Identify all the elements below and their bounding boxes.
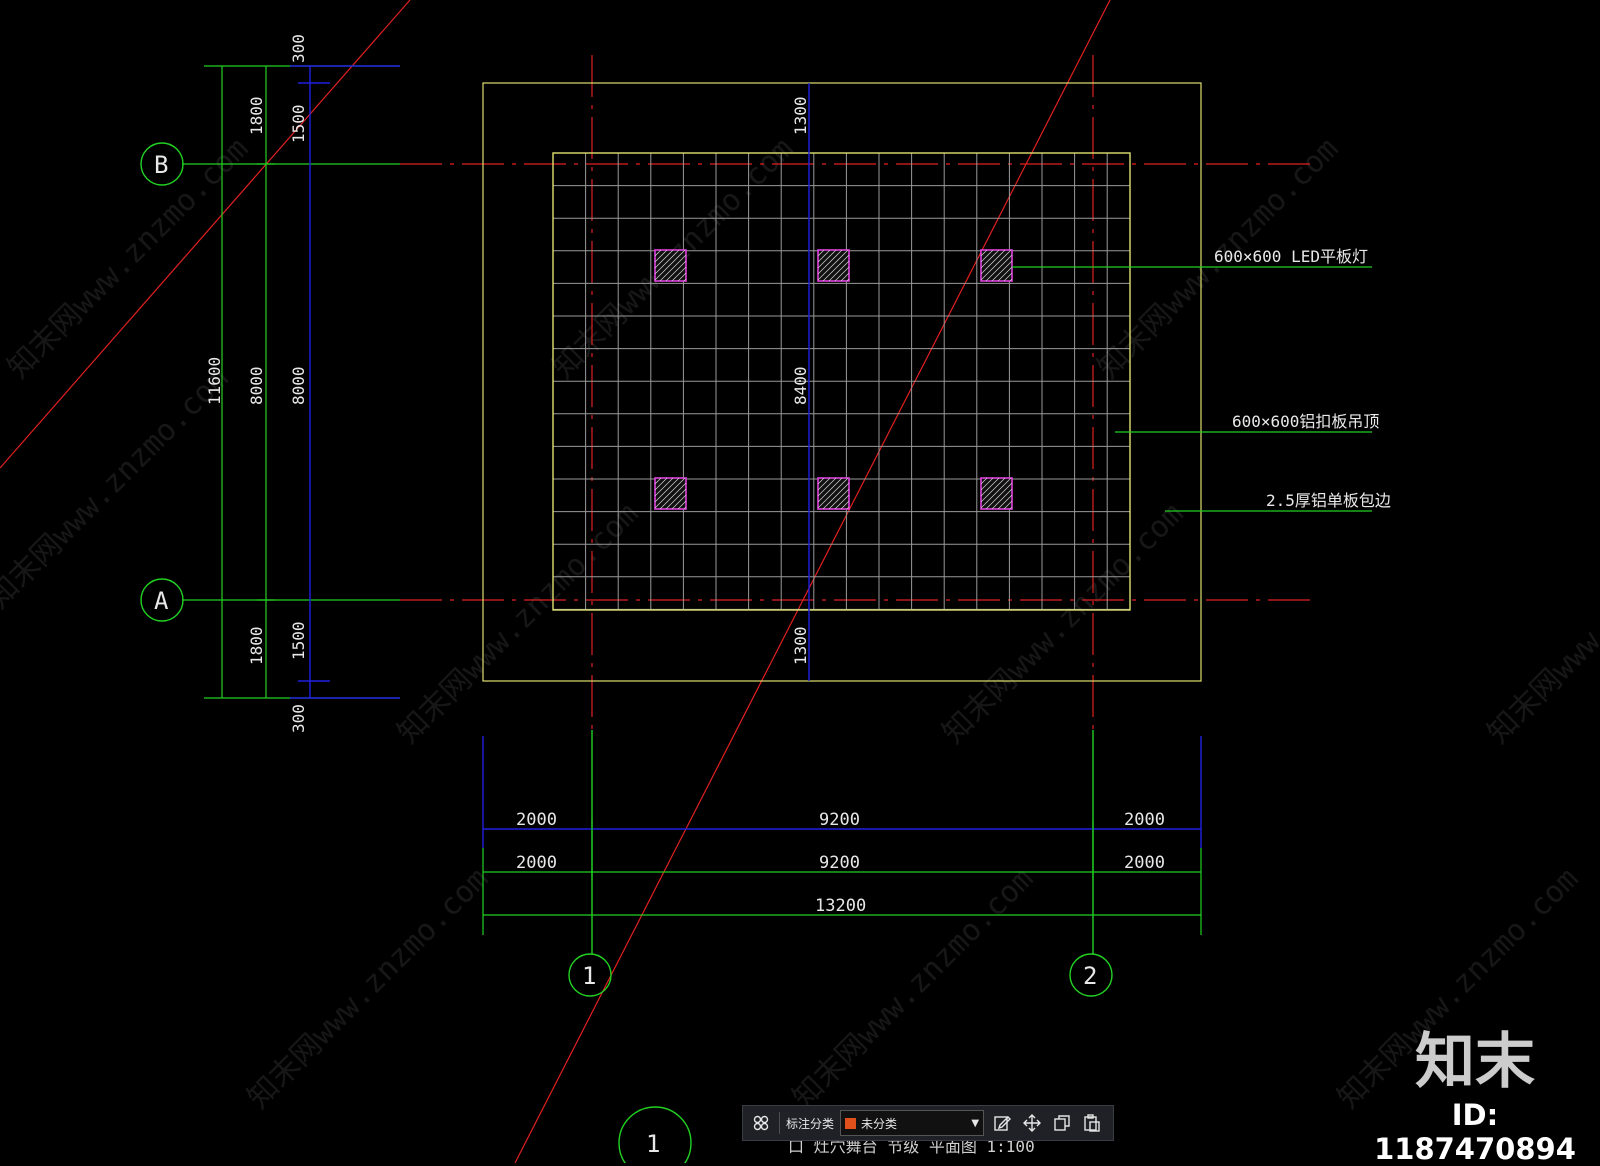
callout-edge: 2.5厚铝单板包边 bbox=[1266, 491, 1391, 510]
callout-ceiling: 600×600铝扣板吊顶 bbox=[1232, 412, 1379, 431]
axis-label-2: 2 bbox=[1083, 962, 1097, 990]
dim-bottom-r1-left: 2000 bbox=[516, 810, 557, 830]
dim-left-total: 11600 bbox=[205, 357, 224, 405]
diagonal-line bbox=[514, 0, 1111, 1163]
axis-label-a: A bbox=[154, 587, 169, 615]
watermark: 知末网www.znzmo.com bbox=[0, 361, 235, 615]
cad-drawing-canvas[interactable]: 知末网www.znzmo.com 知末网www.znzmo.com 知末网www… bbox=[0, 0, 1600, 1163]
toolbar-divider bbox=[779, 1112, 780, 1134]
edit-icon[interactable] bbox=[990, 1111, 1014, 1135]
dim-left-col3-bot-ext: 300 bbox=[289, 704, 308, 733]
watermark: 知末网www.znzmo.com bbox=[1481, 496, 1600, 750]
annotation-toolbar: 标注分类 未分类 ▼ bbox=[742, 1105, 1114, 1141]
dim-left-col3-bot: 1500 bbox=[289, 621, 308, 660]
led-panel-fixture bbox=[817, 477, 850, 510]
callout-led-panel: 600×600 LED平板灯 bbox=[1214, 247, 1368, 266]
led-panel-fixture bbox=[654, 249, 687, 282]
brand-id: ID: 1187470894 bbox=[1374, 1098, 1576, 1166]
dim-left-col3-top: 1500 bbox=[289, 104, 308, 143]
dim-left-col3-mid: 8000 bbox=[289, 366, 308, 405]
led-panel-fixture bbox=[654, 477, 687, 510]
ceiling-grid bbox=[553, 153, 1130, 610]
watermark: 知末网www.znzmo.com bbox=[1, 131, 255, 385]
dim-bottom-r1-right: 2000 bbox=[1124, 810, 1165, 830]
chevron-down-icon: ▼ bbox=[971, 1117, 980, 1129]
axis-label-b: B bbox=[154, 151, 168, 179]
watermark-layer: 知末网www.znzmo.com 知末网www.znzmo.com 知末网www… bbox=[0, 131, 1600, 1115]
category-label: 标注分类 bbox=[786, 1116, 835, 1131]
category-value: 未分类 bbox=[861, 1116, 898, 1131]
center-dim-top: 1300 bbox=[791, 96, 810, 135]
paste-icon[interactable] bbox=[1080, 1111, 1104, 1135]
watermark: 知末网www.znzmo.com bbox=[391, 496, 645, 750]
watermark: 知末网www.znzmo.com bbox=[241, 861, 495, 1115]
led-panel-fixture bbox=[980, 249, 1013, 282]
move-icon[interactable] bbox=[1020, 1111, 1044, 1135]
led-fixtures bbox=[654, 249, 1013, 510]
category-select[interactable]: 未分类 ▼ bbox=[840, 1110, 985, 1136]
led-panel-fixture bbox=[980, 477, 1013, 510]
brand-logo: 知末 ID: 1187470894 bbox=[1355, 1030, 1595, 1166]
axis-label-1: 1 bbox=[582, 962, 596, 990]
dim-bottom-r2-right: 2000 bbox=[1124, 853, 1165, 873]
led-panel-fixture bbox=[817, 249, 850, 282]
dim-left-col3-top-ext: 300 bbox=[289, 34, 308, 63]
dim-bottom-r1-mid: 9200 bbox=[819, 810, 860, 830]
center-dim-bottom: 1300 bbox=[791, 626, 810, 665]
dim-bottom-total: 13200 bbox=[815, 896, 866, 916]
dim-left-col2-bot: 1800 bbox=[247, 626, 266, 665]
category-color-swatch bbox=[845, 1117, 857, 1129]
dim-bottom-r2-left: 2000 bbox=[516, 853, 557, 873]
watermark: 知末网www.znzmo.com bbox=[936, 496, 1190, 750]
dim-left-col2-mid: 8000 bbox=[247, 366, 266, 405]
left-dimensions: 11600 1800 8000 1800 300 1500 8000 1500 … bbox=[182, 34, 400, 733]
copy-icon[interactable] bbox=[1050, 1111, 1074, 1135]
dim-left-col2-top: 1800 bbox=[247, 96, 266, 135]
grid-layout-icon[interactable] bbox=[749, 1111, 773, 1135]
detail-label: 1 bbox=[646, 1130, 660, 1158]
center-dim-mid: 8400 bbox=[791, 366, 810, 405]
brand-name: 知末 bbox=[1415, 1027, 1535, 1097]
dim-bottom-r2-mid: 9200 bbox=[819, 853, 860, 873]
